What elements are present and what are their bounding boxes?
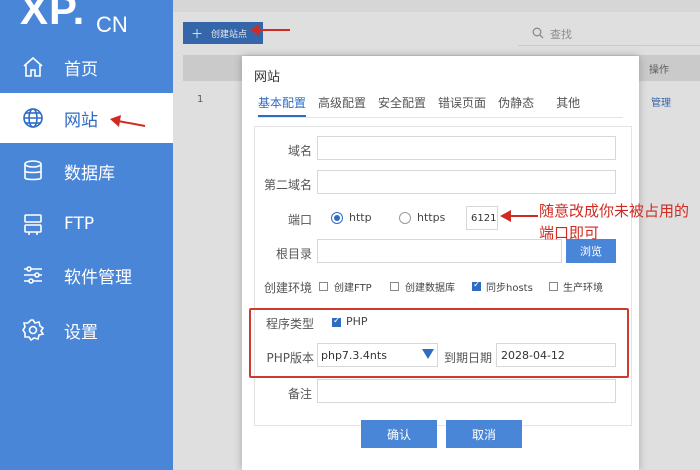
arrow-to-create-button-head [250, 24, 260, 36]
arrow-to-website-item-head [110, 115, 121, 127]
arrow-to-port-field-head [500, 210, 511, 222]
arrow-to-website-item [117, 120, 146, 127]
annotation-text: 随意改成你未被占用的端口即可 [539, 202, 690, 242]
